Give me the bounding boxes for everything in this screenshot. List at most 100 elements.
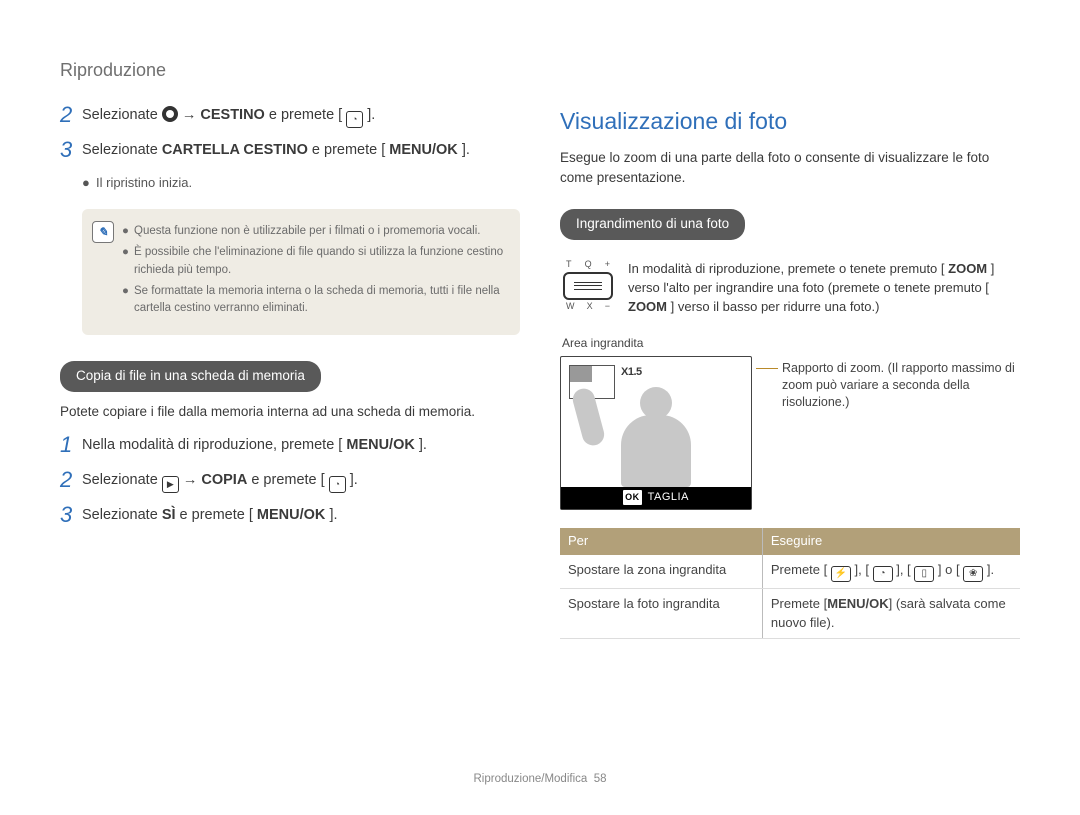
- label-minus: −: [605, 302, 610, 312]
- step-number: 1: [60, 433, 82, 457]
- footer-label: Riproduzione/Modifica: [474, 773, 588, 785]
- note-box: ✎ ● Questa funzione non è utilizzabile p…: [82, 209, 520, 335]
- ok-badge: OK: [623, 490, 642, 505]
- bold-label: MENU/OK: [827, 596, 888, 611]
- text: ] verso il basso per ridurre una foto.): [671, 299, 880, 314]
- zoom-lever-diagram: T Q + W X −: [560, 260, 616, 317]
- zoom-lever-icon: [563, 272, 613, 300]
- timer-icon: ◔: [346, 111, 363, 128]
- bullet-dot: ●: [122, 283, 134, 318]
- table-row: Spostare la foto ingrandita Premete [MEN…: [560, 588, 1020, 639]
- play-icon: ▶: [162, 476, 179, 493]
- person-silhouette: [601, 387, 711, 487]
- silhouette-arm: [570, 386, 606, 448]
- page-footer: Riproduzione/Modifica 58: [0, 773, 1080, 785]
- zoom-ratio-label: X1.5: [621, 365, 642, 381]
- subsection-pill: Copia di file in una scheda di memoria: [60, 361, 321, 392]
- bullet-text: Il ripristino inizia.: [96, 174, 192, 193]
- step-number: 3: [60, 138, 82, 162]
- label-w: W: [566, 302, 575, 312]
- note-text: Questa funzione non è utilizzabile per i…: [134, 223, 480, 240]
- copy-step-3: 3 Selezionate SÌ e premete [ MENU/OK ].: [60, 505, 520, 527]
- copy-step-2: 2 Selezionate ▶ → COPIA e premete [ ◔ ].: [60, 470, 520, 493]
- label-q: Q: [585, 260, 592, 270]
- text: ], [: [855, 562, 869, 577]
- macro-icon: ❀: [963, 566, 983, 582]
- step-body: Selezionate → CESTINO e premete [ ◔ ].: [82, 105, 520, 128]
- gear-icon: [162, 106, 178, 122]
- step-number: 2: [60, 468, 82, 493]
- label-t: T: [566, 260, 572, 270]
- step-body: Selezionate SÌ e premete [ MENU/OK ].: [82, 505, 520, 527]
- zoom-instruction: In modalità di riproduzione, premete o t…: [628, 260, 1020, 317]
- step-body: Selezionate ▶ → COPIA e premete [ ◔ ].: [82, 470, 520, 493]
- text: Selezionate: [82, 507, 162, 523]
- text: Selezionate: [82, 142, 162, 158]
- subsection-desc: Potete copiare i file dalla memoria inte…: [60, 402, 520, 422]
- note-text: Se formattate la memoria interna o la sc…: [134, 283, 504, 318]
- cell-action: Spostare la zona ingrandita: [560, 555, 762, 589]
- text: Selezionate: [82, 107, 162, 123]
- silhouette-body: [621, 415, 691, 487]
- bold-label: MENU/OK: [257, 507, 325, 523]
- zoom-top-labels: T Q +: [560, 260, 616, 270]
- text: ] o [: [938, 562, 960, 577]
- two-column-layout: 2 Selezionate → CESTINO e premete [ ◔ ].…: [60, 105, 1020, 639]
- zoom-ratio-note: Rapporto di zoom. (Il rapporto massimo d…: [782, 356, 1020, 411]
- footer-page: 58: [594, 773, 607, 785]
- bullet-dot: ●: [122, 244, 134, 279]
- section-header: Riproduzione: [60, 60, 1020, 81]
- step-number: 2: [60, 103, 82, 128]
- th-eseguire: Eseguire: [762, 528, 1020, 555]
- camera-bottom-strip: OK TAGLIA: [561, 487, 751, 509]
- area-label: Area ingrandita: [562, 335, 1020, 352]
- taglia-label: TAGLIA: [648, 490, 689, 506]
- bold-label: ZOOM: [948, 261, 987, 276]
- flash-icon: ⚡: [831, 566, 851, 582]
- text: ], [: [896, 562, 910, 577]
- cell-howto: Premete [ ⚡ ], [ ◔ ], [ ▯ ] o [ ❀ ].: [762, 555, 1020, 589]
- copy-step-1: 1 Nella modalità di riproduzione, premet…: [60, 435, 520, 457]
- display-icon: ▯: [914, 566, 934, 582]
- zoom-bottom-labels: W X −: [560, 302, 616, 312]
- cell-howto: Premete [MENU/OK] (sarà salvata come nuo…: [762, 588, 1020, 639]
- step-number: 3: [60, 503, 82, 527]
- text: e premete [: [312, 142, 385, 158]
- table-row: Spostare la zona ingrandita Premete [ ⚡ …: [560, 555, 1020, 589]
- text: ].: [462, 142, 470, 158]
- step-2: 2 Selezionate → CESTINO e premete [ ◔ ].: [60, 105, 520, 128]
- note-item: ● È possibile che l'eliminazione di file…: [122, 244, 504, 279]
- minimap-highlight: [570, 366, 592, 382]
- camera-screen-wrap: X1.5 OK TAGLIA Rapporto di zoom. (Il rap…: [560, 356, 1020, 510]
- step-body: Selezionate CARTELLA CESTINO e premete […: [82, 140, 520, 162]
- text: ].: [419, 437, 427, 453]
- text: ].: [329, 507, 337, 523]
- step-body: Nella modalità di riproduzione, premete …: [82, 435, 520, 457]
- zoom-row: T Q + W X − In modalità di riproduzione,…: [560, 260, 1020, 317]
- timer-icon: ◔: [329, 476, 346, 493]
- subsection-pill: Ingrandimento di una foto: [560, 209, 745, 240]
- bold-label: MENU/OK: [389, 142, 457, 158]
- th-per: Per: [560, 528, 762, 555]
- step-3: 3 Selezionate CARTELLA CESTINO e premete…: [60, 140, 520, 162]
- text: e premete [: [180, 507, 253, 523]
- left-column: 2 Selezionate → CESTINO e premete [ ◔ ].…: [60, 105, 520, 639]
- text: Premete: [771, 596, 824, 611]
- manual-page: Riproduzione 2 Selezionate → CESTINO e p…: [0, 0, 1080, 815]
- table-header-row: Per Eseguire: [560, 528, 1020, 555]
- text: Premete [: [771, 562, 827, 577]
- note-item: ● Se formattate la memoria interna o la …: [122, 283, 504, 318]
- text: ].: [367, 107, 375, 123]
- bold-label: MENU/OK: [346, 437, 414, 453]
- text: ].: [987, 562, 994, 577]
- arrow: →: [182, 107, 201, 123]
- sub-bullet: ● Il ripristino inizia.: [82, 174, 520, 193]
- actions-table: Per Eseguire Spostare la zona ingrandita…: [560, 528, 1020, 640]
- text: Selezionate: [82, 472, 162, 488]
- text: e premete [: [251, 472, 324, 488]
- cell-action: Spostare la foto ingrandita: [560, 588, 762, 639]
- bold-label: CARTELLA CESTINO: [162, 142, 308, 158]
- arrow: →: [183, 472, 202, 488]
- right-column: Visualizzazione di foto Esegue lo zoom d…: [560, 105, 1020, 639]
- bullet-dot: ●: [122, 223, 134, 240]
